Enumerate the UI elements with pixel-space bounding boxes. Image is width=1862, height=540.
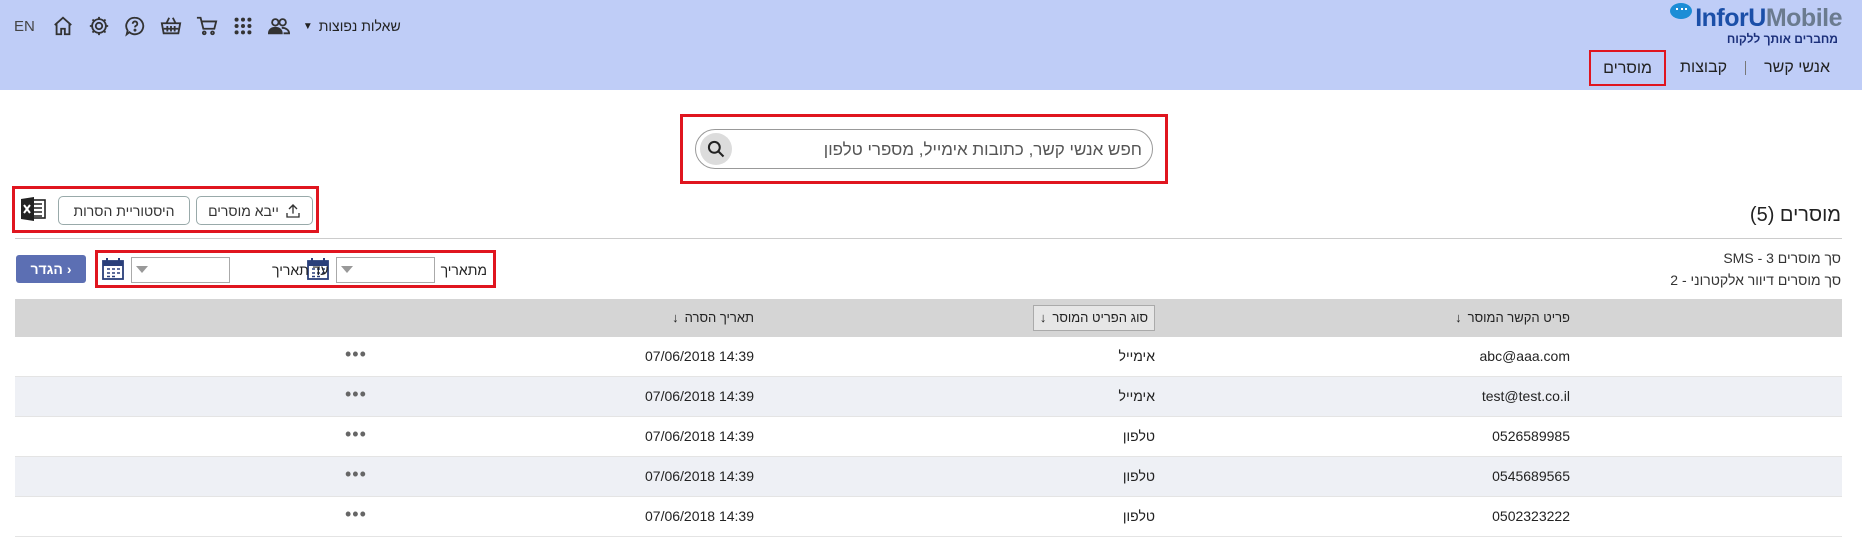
top-header: InforUMobile מחברים אותך ללקוח אנשי קשר … bbox=[0, 0, 1862, 90]
more-options-icon[interactable]: ••• bbox=[345, 375, 367, 414]
table-header: פריט הקשר המוסר↓ סוג הפריט המוסר↓ תאריך … bbox=[15, 299, 1842, 337]
dropdown-arrow-icon bbox=[136, 266, 148, 273]
sms-count: סך מוסרים SMS - 3 bbox=[1723, 250, 1841, 266]
cell-date: 07/06/2018 14:39 bbox=[645, 428, 754, 444]
inforu-logo[interactable]: InforUMobile מחברים אותך ללקוח bbox=[1662, 3, 1843, 46]
search-highlight-frame bbox=[680, 114, 1168, 184]
home-icon[interactable] bbox=[51, 14, 75, 38]
cell-detail: test@test.co.il bbox=[1481, 388, 1570, 404]
header-toolbar: EN ▼ שאלות נפוצות bbox=[14, 12, 401, 40]
table-row: 0502323222 טלפון 07/06/2018 14:39 ••• bbox=[15, 497, 1842, 537]
page-title: מוסרים (5) bbox=[1749, 204, 1841, 226]
unsubscribers-table: פריט הקשר המוסר↓ סוג הפריט המוסר↓ תאריך … bbox=[15, 299, 1842, 537]
chevron-down-icon: ▼ bbox=[302, 20, 313, 32]
cell-type: אימייל bbox=[1118, 388, 1155, 404]
search-input[interactable] bbox=[740, 132, 1144, 168]
dropdown-arrow-icon bbox=[341, 266, 353, 273]
from-date-input[interactable] bbox=[336, 257, 435, 283]
cell-detail: abc@aaa.com bbox=[1479, 348, 1570, 364]
cell-detail: 0545689565 bbox=[1492, 468, 1570, 484]
cell-date: 07/06/2018 14:39 bbox=[645, 348, 754, 364]
to-date-label: עד תאריך bbox=[272, 262, 329, 278]
calendar-icon[interactable] bbox=[101, 257, 125, 281]
import-label: ייבא מוסרים bbox=[208, 202, 279, 219]
search-wrapper bbox=[695, 129, 1153, 169]
main-nav: אנשי קשר קבוצות מוסרים bbox=[1585, 50, 1844, 86]
cell-type: טלפון bbox=[1122, 468, 1155, 484]
search-icon[interactable] bbox=[700, 133, 732, 165]
logo-tagline: מחברים אותך ללקוח bbox=[1726, 32, 1838, 46]
table-row: abc@aaa.com אימייל 07/06/2018 14:39 ••• bbox=[15, 337, 1842, 377]
chevron-right-icon: › bbox=[66, 261, 72, 277]
logo-brand-part2: Mobile bbox=[1765, 4, 1843, 32]
nav-contacts[interactable]: אנשי קשר bbox=[1750, 51, 1844, 85]
date-filter-frame: מתאריך עד תאריך bbox=[95, 250, 496, 288]
nav-groups[interactable]: קבוצות bbox=[1666, 51, 1741, 85]
apps-grid-icon[interactable] bbox=[231, 14, 255, 38]
cell-date: 07/06/2018 14:39 bbox=[645, 468, 754, 484]
more-options-icon[interactable]: ••• bbox=[345, 415, 367, 454]
actions-highlight-frame: היסטוריית הסרות ייבא מוסרים bbox=[12, 186, 319, 233]
excel-export-icon[interactable] bbox=[20, 197, 46, 221]
cell-type: אימייל bbox=[1118, 348, 1155, 364]
nav-unsubscribers[interactable]: מוסרים bbox=[1589, 50, 1666, 86]
faq-dropdown[interactable]: ▼ שאלות נפוצות bbox=[303, 18, 401, 34]
set-filter-button[interactable]: הגדר › bbox=[16, 255, 86, 283]
more-options-icon[interactable]: ••• bbox=[345, 495, 367, 534]
users-icon[interactable] bbox=[267, 14, 291, 38]
import-button[interactable]: ייבא מוסרים bbox=[196, 196, 313, 225]
email-count: סך מוסרים דיוור אלקטרוני - 2 bbox=[1670, 272, 1841, 288]
basket-icon[interactable] bbox=[159, 14, 183, 38]
from-date-label: מתאריך bbox=[440, 262, 487, 278]
cell-detail: 0502323222 bbox=[1492, 508, 1570, 524]
sort-down-icon: ↓ bbox=[1455, 310, 1462, 325]
more-options-icon[interactable]: ••• bbox=[345, 335, 367, 374]
cell-type: טלפון bbox=[1122, 508, 1155, 524]
column-header-date[interactable]: תאריך הסרה↓ bbox=[672, 299, 754, 337]
language-toggle[interactable]: EN bbox=[14, 18, 35, 35]
cell-date: 07/06/2018 14:39 bbox=[645, 388, 754, 404]
history-button[interactable]: היסטוריית הסרות bbox=[58, 196, 190, 225]
sort-down-icon: ↓ bbox=[672, 310, 679, 325]
cell-detail: 0526589985 bbox=[1492, 428, 1570, 444]
table-row: 0526589985 טלפון 07/06/2018 14:39 ••• bbox=[15, 417, 1842, 457]
cart-icon[interactable] bbox=[195, 14, 219, 38]
cell-date: 07/06/2018 14:39 bbox=[645, 508, 754, 524]
sort-down-icon: ↓ bbox=[1039, 310, 1047, 325]
cell-type: טלפון bbox=[1122, 428, 1155, 444]
logo-brand-part1: InforU bbox=[1695, 4, 1766, 32]
logo-bubble-icon bbox=[1670, 3, 1692, 19]
column-header-detail[interactable]: פריט הקשר המוסר↓ bbox=[1455, 299, 1570, 337]
table-row: test@test.co.il אימייל 07/06/2018 14:39 … bbox=[15, 377, 1842, 417]
column-header-type[interactable]: סוג הפריט המוסר↓ bbox=[1032, 305, 1155, 331]
divider bbox=[15, 238, 1842, 239]
faq-label: שאלות נפוצות bbox=[318, 18, 401, 34]
upload-icon bbox=[286, 203, 300, 218]
help-icon[interactable] bbox=[123, 14, 147, 38]
nav-separator bbox=[1745, 61, 1747, 75]
set-filter-label: הגדר bbox=[30, 261, 63, 277]
table-row: 0545689565 טלפון 07/06/2018 14:39 ••• bbox=[15, 457, 1842, 497]
more-options-icon[interactable]: ••• bbox=[345, 455, 367, 494]
gear-icon[interactable] bbox=[87, 14, 111, 38]
to-date-input[interactable] bbox=[131, 257, 230, 283]
